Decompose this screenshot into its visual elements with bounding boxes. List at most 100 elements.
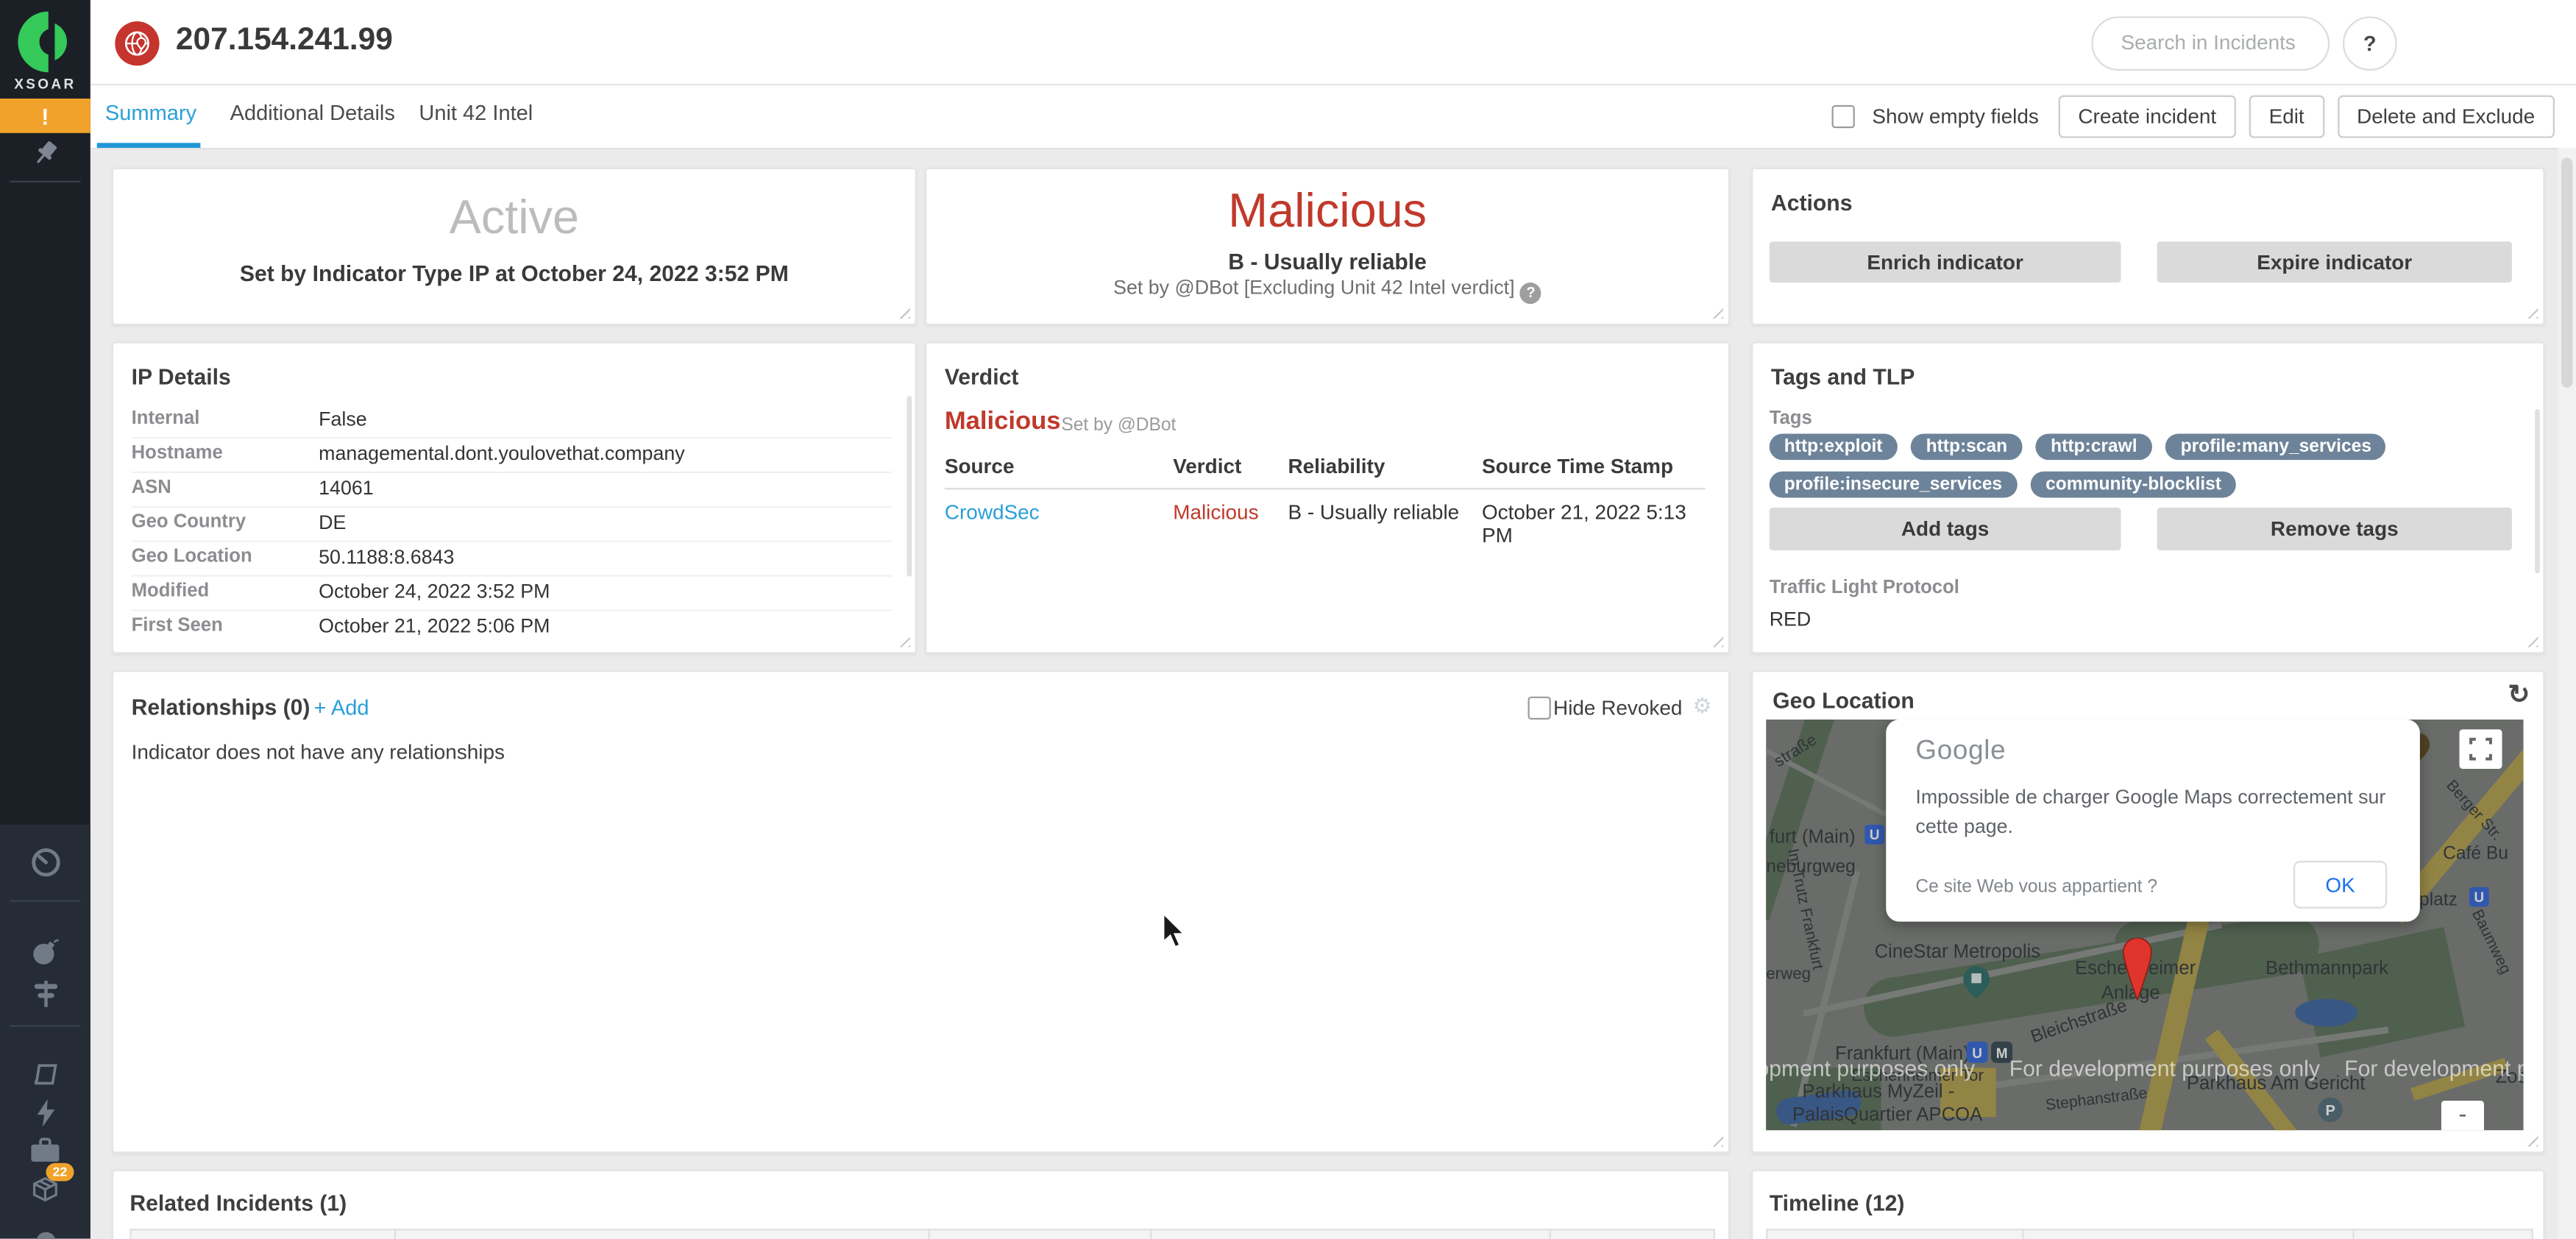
sidebar: XSOAR ! xyxy=(0,0,91,1239)
xsoar-logo[interactable] xyxy=(13,10,77,74)
verdict-reliability: B - Usually reliable xyxy=(926,249,1728,274)
card-resize-handle[interactable] xyxy=(2522,631,2538,647)
verdict-value: Malicious xyxy=(945,408,1061,437)
ip-detail-row: ModifiedOctober 24, 2022 3:52 PM xyxy=(132,575,893,611)
add-tags-button[interactable]: Add tags xyxy=(1770,508,2121,550)
alert-icon[interactable]: ! xyxy=(0,99,91,133)
geo-marker-pin[interactable] xyxy=(2123,938,2152,1001)
ip-detail-row: Hostnamemanagemental.dont.youlovethat.co… xyxy=(132,437,893,473)
hide-revoked-checkbox[interactable] xyxy=(1527,697,1550,720)
tags-label: Tags xyxy=(1770,409,1812,429)
maps-watermark: For development purposes only xyxy=(2344,1057,2523,1081)
tag-pill[interactable]: profile:many_services xyxy=(2166,433,2387,460)
add-relationship-link[interactable]: + Add xyxy=(313,695,369,719)
maps-watermark: For development purposes only xyxy=(2009,1057,2320,1081)
card-resize-handle[interactable] xyxy=(1707,302,1723,319)
indicator-header: 207.154.241.99 ? xyxy=(91,0,2576,85)
verdict-table-row: CrowdSec Malicious B - Usually reliable … xyxy=(945,501,1706,534)
ip-detail-row: ASN14061 xyxy=(132,472,893,508)
tlp-label: Traffic Light Protocol xyxy=(1770,578,1959,598)
status-card: Active Set by Indicator Type IP at Octob… xyxy=(112,168,917,325)
tags-list: http:exploit http:scan http:crawl profil… xyxy=(1770,430,2492,506)
verdict-banner-value: Malicious xyxy=(926,185,1728,240)
card-scrollbar[interactable] xyxy=(906,396,912,577)
mouse-cursor xyxy=(1162,913,1186,949)
create-incident-button[interactable]: Create incident xyxy=(2059,96,2236,138)
edit-button[interactable]: Edit xyxy=(2249,96,2324,138)
tab-bar: Summary Additional Details Unit 42 Intel… xyxy=(91,85,2576,149)
tag-pill[interactable]: profile:insecure_services xyxy=(1770,472,2017,498)
help-circle-icon[interactable]: ? xyxy=(1520,282,1541,303)
ip-detail-row: Geo CountryDE xyxy=(132,506,893,542)
tags-tlp-title: Tags and TLP xyxy=(1771,365,1915,389)
verdict-title: Verdict xyxy=(945,365,1019,389)
card-resize-handle[interactable] xyxy=(894,302,910,319)
verdict-table-header: Source Verdict Reliability Source Time S… xyxy=(945,455,1706,489)
enrich-indicator-button[interactable]: Enrich indicator xyxy=(1770,241,2121,283)
table-header-cell xyxy=(2023,1229,2355,1239)
marketplace-cube-icon[interactable] xyxy=(0,1173,91,1204)
tag-pill[interactable]: http:exploit xyxy=(1770,433,1898,460)
ip-detail-row: First SeenOctober 21, 2022 5:06 PM xyxy=(132,609,893,644)
table-header-cell xyxy=(1550,1229,1716,1239)
dashboard-icon[interactable] xyxy=(0,846,91,879)
tab-additional-details[interactable]: Additional Details xyxy=(230,100,395,124)
remove-tags-button[interactable]: Remove tags xyxy=(2157,508,2512,550)
card-resize-handle[interactable] xyxy=(2522,302,2538,319)
delete-and-exclude-button[interactable]: Delete and Exclude xyxy=(2337,96,2555,138)
search-input[interactable] xyxy=(2118,29,2308,56)
geo-location-title: Geo Location xyxy=(1773,689,1915,713)
gear-icon[interactable]: ⚙ xyxy=(1693,693,1712,720)
google-logo: Google xyxy=(1915,736,2006,767)
expire-indicator-button[interactable]: Expire indicator xyxy=(2157,241,2512,283)
page-scrollbar-thumb[interactable] xyxy=(2561,157,2573,388)
table-header-cell xyxy=(394,1229,930,1239)
google-map[interactable]: straße furt (Main) U M neburgweg Im Trut… xyxy=(1766,720,2523,1130)
table-header-cell xyxy=(1766,1229,2024,1239)
xsoar-logo-label: XSOAR xyxy=(0,76,91,92)
indicator-status-value: Active xyxy=(113,192,915,246)
automation-lightning-icon[interactable] xyxy=(0,1099,91,1127)
playbook-book-icon[interactable] xyxy=(0,1059,91,1089)
ok-button[interactable]: OK xyxy=(2293,861,2387,909)
card-resize-handle[interactable] xyxy=(1707,631,1723,647)
zoom-out-button[interactable]: - xyxy=(2441,1101,2484,1130)
table-header-cell xyxy=(2352,1229,2533,1239)
jobs-briefcase-icon[interactable] xyxy=(0,1137,91,1165)
search-box[interactable] xyxy=(2091,16,2330,71)
ip-indicator-icon xyxy=(115,21,159,65)
tag-pill[interactable]: http:crawl xyxy=(2036,433,2152,460)
refresh-icon[interactable]: ↻ xyxy=(2508,678,2530,711)
table-header-cell xyxy=(1150,1229,1551,1239)
page-scrollbar-track[interactable] xyxy=(2558,148,2576,1239)
tags-tlp-card: Tags and TLP Tags http:exploit http:scan… xyxy=(1751,341,2544,653)
tab-unit42-intel[interactable]: Unit 42 Intel xyxy=(419,100,533,124)
xsoar-indicator-page: XSOAR ! xyxy=(0,0,2576,1239)
hide-revoked-label: Hide Revoked xyxy=(1553,697,1682,720)
settings-icon-partial[interactable] xyxy=(0,1229,91,1239)
help-button[interactable]: ? xyxy=(2343,16,2397,71)
fullscreen-button[interactable] xyxy=(2459,729,2502,769)
sidebar-divider xyxy=(10,901,80,902)
verdict-card: Verdict Malicious Set by @DBot Source Ve… xyxy=(925,341,1730,653)
card-resize-handle[interactable] xyxy=(2522,1130,2538,1146)
card-resize-handle[interactable] xyxy=(1707,1130,1723,1146)
incidents-bomb-icon[interactable] xyxy=(0,937,91,966)
show-empty-fields-checkbox[interactable] xyxy=(1831,105,1854,128)
pin-icon[interactable] xyxy=(0,138,91,169)
relationships-empty-text: Indicator does not have any relationship… xyxy=(132,741,505,764)
related-incidents-card: Related Incidents (1) xyxy=(112,1170,1730,1239)
active-tab-underline xyxy=(97,143,201,148)
card-scrollbar[interactable] xyxy=(2535,409,2540,573)
ip-details-card: IP Details InternalFalse Hostnamemanagem… xyxy=(112,341,917,653)
threat-intel-signpost-icon[interactable] xyxy=(0,978,91,1011)
verdict-banner-card: Malicious B - Usually reliable Set by @D… xyxy=(925,168,1730,325)
card-resize-handle[interactable] xyxy=(894,631,910,647)
source-link[interactable]: CrowdSec xyxy=(945,501,1040,524)
main-content: 207.154.241.99 ? Summary Additional Deta… xyxy=(91,0,2576,1239)
tag-pill[interactable]: community-blocklist xyxy=(2031,472,2236,498)
table-header-cell xyxy=(929,1229,1152,1239)
tag-pill[interactable]: http:scan xyxy=(1911,433,2022,460)
tab-summary[interactable]: Summary xyxy=(105,100,196,124)
google-maps-error-dialog: Google Impossible de charger Google Maps… xyxy=(1886,720,2420,922)
